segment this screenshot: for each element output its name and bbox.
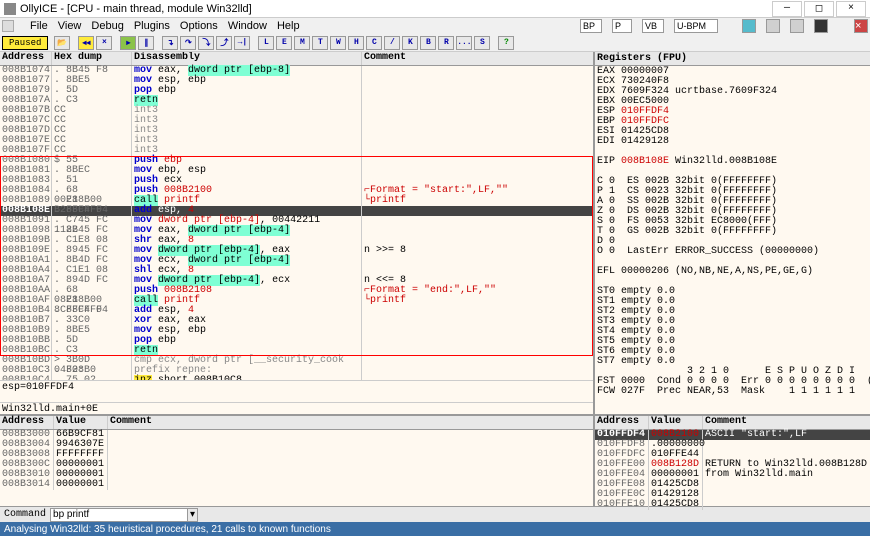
- status-bar: Analysing Win32lld: 35 heuristical proce…: [0, 522, 870, 536]
- menubar: File View Debug Plugins Options Window H…: [0, 18, 870, 34]
- toolbar-square-4[interactable]: [814, 19, 828, 33]
- titlebar: OllyICE - [CPU - main thread, module Win…: [0, 0, 870, 18]
- disasm-row[interactable]: 008B107B CCint3: [0, 106, 593, 116]
- menu-help[interactable]: Help: [277, 20, 300, 32]
- toolbar-square-2[interactable]: [766, 19, 780, 33]
- disasm-row[interactable]: 008B10B9. 8BE5mov esp, ebp: [0, 326, 593, 336]
- stack-col-val: Value: [649, 416, 703, 429]
- disasm-row[interactable]: 008B10AA. 68 08218B00push 008B2108⌐Forma…: [0, 286, 593, 296]
- tool-r-button[interactable]: R: [438, 36, 454, 50]
- dropdown-icon[interactable]: ▾: [187, 508, 198, 522]
- tool-trace-over-icon[interactable]: ⤴: [216, 36, 232, 50]
- disasm-row[interactable]: 008B1081. 8BECmov ebp, esp: [0, 166, 593, 176]
- toolbar-square-1[interactable]: [742, 19, 756, 33]
- disasm-row[interactable]: 008B107C CCint3: [0, 116, 593, 126]
- status-paused: Paused: [2, 36, 48, 50]
- col-comment: Comment: [362, 52, 593, 65]
- tool-rewind-icon[interactable]: ◂◂: [78, 36, 94, 50]
- field-vb[interactable]: [642, 19, 664, 33]
- disasm-row[interactable]: 008B10BB. 5Dpop ebp: [0, 336, 593, 346]
- maximize-button[interactable]: ◻: [804, 1, 834, 17]
- tool-pause-icon[interactable]: ∥: [138, 36, 154, 50]
- tool-play-icon[interactable]: ▸: [120, 36, 136, 50]
- tool-m-button[interactable]: M: [294, 36, 310, 50]
- dump-col-addr: Address: [0, 416, 54, 429]
- menu-view[interactable]: View: [58, 20, 82, 32]
- tool-l-button[interactable]: L: [258, 36, 274, 50]
- tool-open-icon[interactable]: 📂: [54, 36, 70, 50]
- tool-e-button[interactable]: E: [276, 36, 292, 50]
- disasm-row[interactable]: 008B1079. 5Dpop ebp: [0, 86, 593, 96]
- toolbar-square-5[interactable]: [838, 19, 844, 33]
- disasm-row[interactable]: 008B107F CCint3: [0, 146, 593, 156]
- disasm-row[interactable]: 008B10BD> 3B0D 04308B0cmp ecx, dword ptr…: [0, 356, 593, 366]
- tool-b-button[interactable]: B: [420, 36, 436, 50]
- window-title: OllyICE - [CPU - main thread, module Win…: [20, 3, 772, 15]
- menu-window[interactable]: Window: [228, 20, 267, 32]
- command-input[interactable]: [50, 508, 188, 522]
- app-icon: [4, 3, 16, 15]
- command-label: Command: [4, 509, 46, 520]
- disasm-row[interactable]: 008B1084. 68 00218B00push 008B2100⌐Forma…: [0, 186, 593, 196]
- tool-w-button[interactable]: W: [330, 36, 346, 50]
- minimize-button[interactable]: —: [772, 1, 802, 17]
- disasm-row[interactable]: 008B107A. C3retn: [0, 96, 593, 106]
- tool-k-button[interactable]: K: [402, 36, 418, 50]
- stack-row[interactable]: 010FFE10 01425CD8: [595, 500, 870, 510]
- menu-icon: [2, 20, 14, 32]
- disasm-row[interactable]: 008B107E CCint3: [0, 136, 593, 146]
- tool-trace-in-icon[interactable]: ⤵: [198, 36, 214, 50]
- toolbar-square-6[interactable]: ×: [854, 19, 868, 33]
- col-address: Address: [0, 52, 52, 65]
- tool-c-button[interactable]: C: [366, 36, 382, 50]
- tool-s-button[interactable]: S: [474, 36, 490, 50]
- tool-close-icon[interactable]: ×: [96, 36, 112, 50]
- disasm-row[interactable]: 008B10C4. 75 02jnz short 008B10C8: [0, 376, 593, 380]
- registers-title: Registers (FPU): [595, 52, 870, 66]
- field-ubpm[interactable]: [674, 19, 718, 33]
- tool-t-button[interactable]: T: [312, 36, 328, 50]
- dump-row[interactable]: 008B301400000001: [0, 480, 593, 490]
- col-hex: Hex dump: [52, 52, 132, 65]
- tool-help-icon[interactable]: ?: [498, 36, 514, 50]
- tool-/-button[interactable]: /: [384, 36, 400, 50]
- menu-debug[interactable]: Debug: [91, 20, 123, 32]
- disasm-row[interactable]: 008B1077. 8BE5mov esp, ebp: [0, 76, 593, 86]
- menu-file[interactable]: File: [30, 20, 48, 32]
- registers-pane[interactable]: Registers (FPU) EAX 00000007ECX 730240F8…: [593, 52, 870, 414]
- disasm-row[interactable]: 008B10A7. 894D FCmov dword ptr [ebp-4], …: [0, 276, 593, 286]
- toolbar: Paused 📂 ◂◂ × ▸ ∥ ↴ ↷ ⤵ ⤴ →| LEMTWHC/KBR…: [0, 34, 870, 52]
- col-disassembly: Disassembly: [132, 52, 362, 65]
- tool-h-button[interactable]: H: [348, 36, 364, 50]
- status-text: Analysing Win32lld: 35 heuristical proce…: [4, 524, 331, 535]
- disasm-info-esp: esp=010FFDF4: [0, 380, 593, 392]
- disassembly-pane[interactable]: Address Hex dump Disassembly Comment 008…: [0, 52, 593, 380]
- tool-step-over-icon[interactable]: ↷: [180, 36, 196, 50]
- close-button[interactable]: ×: [836, 1, 866, 17]
- dump-pane[interactable]: Address Value Comment 008B300066B9CF8100…: [0, 416, 593, 506]
- disasm-info-fn: Win32lld.main+0E: [0, 402, 593, 414]
- tool-...-button[interactable]: ...: [456, 36, 472, 50]
- menu-options[interactable]: Options: [180, 20, 218, 32]
- stack-col-addr: Address: [595, 416, 649, 429]
- tool-run-to-icon[interactable]: →|: [234, 36, 250, 50]
- menu-plugins[interactable]: Plugins: [134, 20, 170, 32]
- tool-step-in-icon[interactable]: ↴: [162, 36, 178, 50]
- stack-pane[interactable]: Address Value Comment 010FFDF4008B2100AS…: [593, 416, 870, 506]
- stack-col-com: Comment: [703, 416, 870, 429]
- toolbar-square-3[interactable]: [790, 19, 804, 33]
- dump-col-com: Comment: [108, 416, 593, 429]
- disasm-row[interactable]: 008B107D CCint3: [0, 126, 593, 136]
- dump-col-val: Value: [54, 416, 108, 429]
- field-p[interactable]: [612, 19, 632, 33]
- field-bp[interactable]: [580, 19, 602, 33]
